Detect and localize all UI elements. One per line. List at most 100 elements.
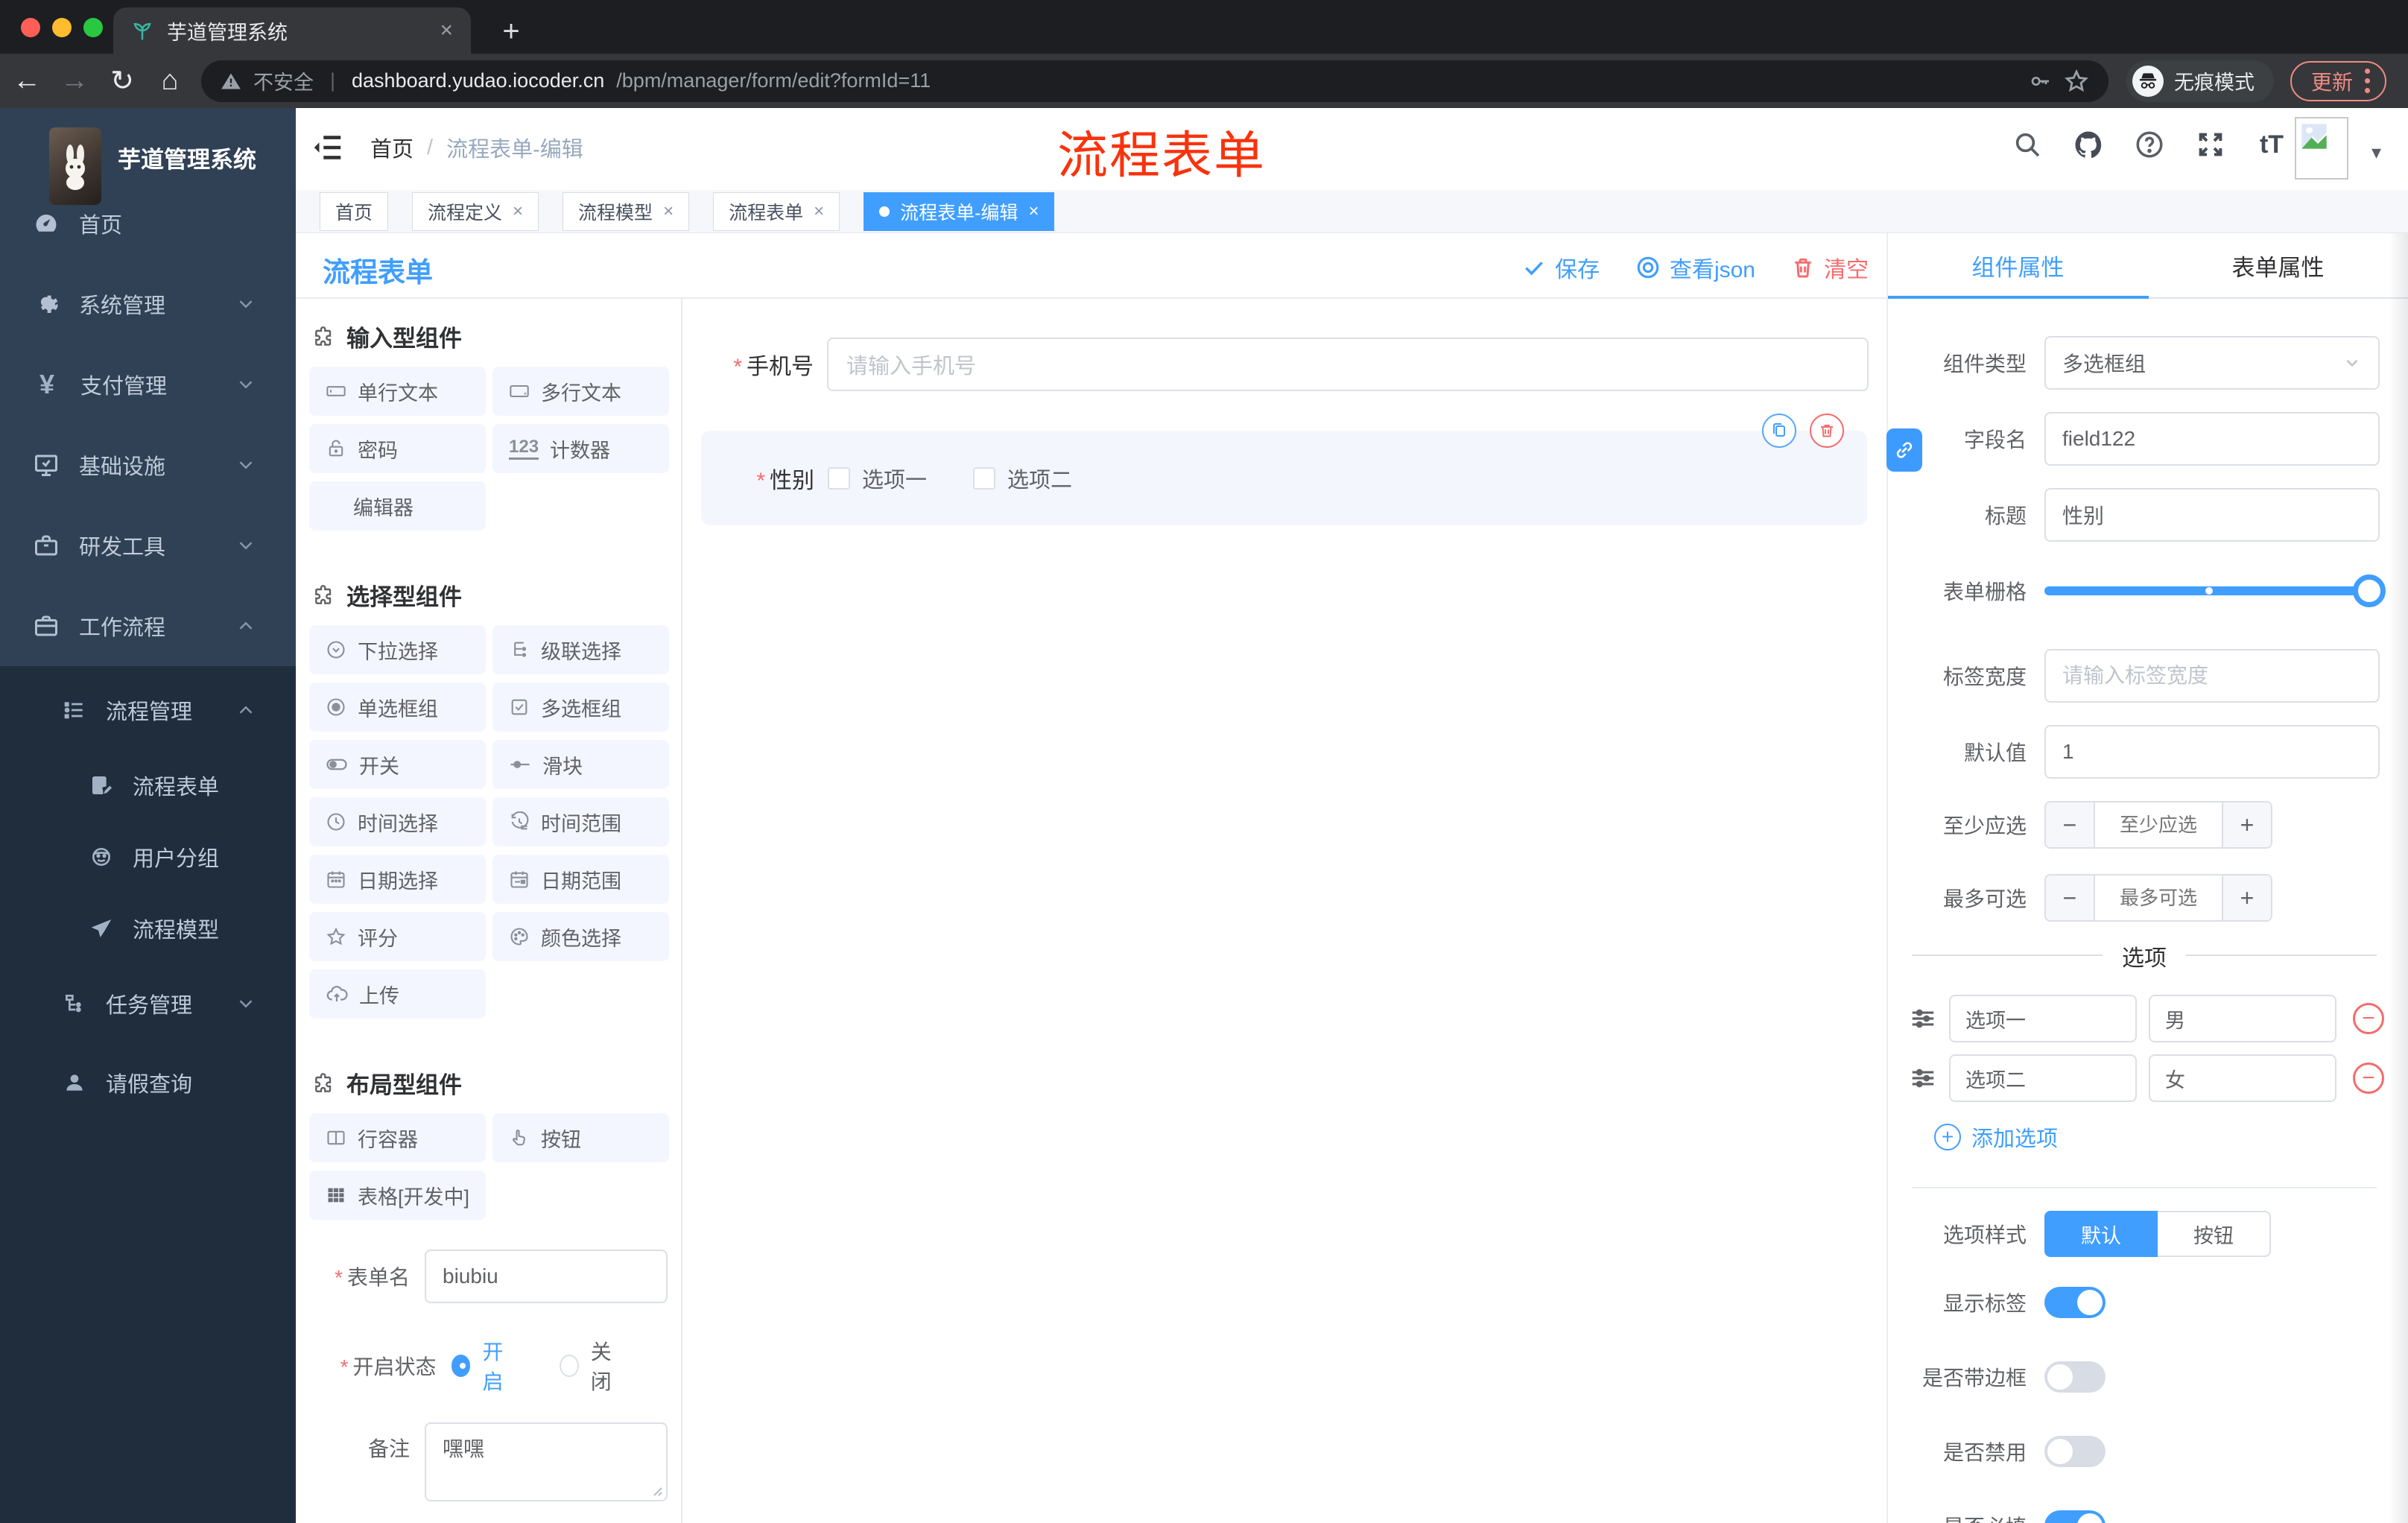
sidebar-item-devtools[interactable]: 研发工具: [0, 505, 296, 586]
option-label-input[interactable]: [1949, 995, 2137, 1042]
drag-handle-icon[interactable]: [1909, 1004, 1937, 1033]
browser-tab[interactable]: 芋道管理系统 ×: [113, 7, 471, 54]
sidebar-item-user-group[interactable]: 用户分组: [0, 821, 296, 893]
maximize-window-button[interactable]: [83, 18, 103, 37]
tab-close-icon[interactable]: ×: [440, 18, 453, 43]
component-textarea[interactable]: 多行文本: [492, 367, 669, 416]
browser-update-button[interactable]: 更新: [2290, 60, 2387, 101]
component-counter[interactable]: 123 计数器: [492, 424, 669, 473]
key-icon[interactable]: [2028, 69, 2052, 93]
browser-home-button[interactable]: ⌂: [149, 60, 191, 102]
component-slider[interactable]: 滑块: [492, 740, 669, 789]
max-select-input[interactable]: [2094, 876, 2223, 920]
gender-option-1[interactable]: 选项一: [828, 463, 927, 494]
status-radio-on[interactable]: 开启: [451, 1336, 518, 1396]
slider-handle[interactable]: [2353, 574, 2386, 607]
sidebar-item-process-model[interactable]: 流程模型: [0, 893, 296, 964]
component-time-picker[interactable]: 时间选择: [309, 797, 486, 846]
remove-option-button[interactable]: −: [2353, 1063, 2384, 1094]
resize-handle-icon[interactable]: [650, 1484, 663, 1497]
component-date-picker[interactable]: 日期选择: [309, 855, 486, 904]
component-select[interactable]: 下拉选择: [309, 625, 486, 674]
label-width-input[interactable]: [2044, 649, 2380, 703]
phone-input[interactable]: 请输入手机号: [827, 338, 1869, 391]
delete-component-button[interactable]: [1810, 414, 1844, 448]
window-controls[interactable]: [21, 18, 103, 37]
canvas-field-gender-selected[interactable]: * 性别 选项一 选项二: [701, 414, 1867, 525]
tag-process-model[interactable]: 流程模型 ×: [563, 191, 690, 231]
style-default-button[interactable]: 默认: [2044, 1211, 2158, 1257]
sidebar-item-system[interactable]: 系统管理: [0, 264, 296, 344]
show-label-toggle[interactable]: [2044, 1287, 2106, 1318]
new-tab-button[interactable]: +: [492, 12, 530, 51]
duplicate-component-button[interactable]: [1762, 414, 1796, 448]
checkbox-unchecked-icon[interactable]: [828, 466, 850, 490]
component-rate[interactable]: 评分: [309, 912, 486, 961]
component-radio-group[interactable]: 单选框组: [309, 683, 486, 732]
canvas-field-phone[interactable]: * 手机号 请输入手机号: [682, 338, 1869, 391]
tag-close-icon[interactable]: ×: [513, 201, 523, 222]
tag-home[interactable]: 首页: [320, 191, 389, 231]
style-button-button[interactable]: 按钮: [2158, 1211, 2271, 1257]
search-icon[interactable]: [2010, 127, 2044, 162]
avatar[interactable]: [2295, 117, 2348, 180]
form-name-input[interactable]: [425, 1250, 668, 1303]
sidebar-item-task-mgmt[interactable]: 任务管理: [0, 964, 296, 1043]
component-editor[interactable]: 编辑器: [309, 481, 486, 531]
option-value-input[interactable]: [2149, 1054, 2336, 1102]
stepper-increase-button[interactable]: +: [2223, 802, 2271, 847]
component-date-range[interactable]: 日期范围: [492, 855, 669, 904]
required-toggle[interactable]: [2044, 1510, 2106, 1523]
tab-form-props[interactable]: 表单属性: [2148, 233, 2408, 297]
option-label-input[interactable]: [1949, 1054, 2137, 1102]
component-color-picker[interactable]: 颜色选择: [492, 912, 669, 961]
sidebar-item-workflow[interactable]: 工作流程: [0, 586, 296, 666]
browser-forward-button[interactable]: →: [54, 60, 95, 102]
title-input[interactable]: [2044, 488, 2380, 542]
form-grid-slider[interactable]: [2044, 564, 2386, 618]
stepper-decrease-button[interactable]: −: [2046, 802, 2094, 847]
gender-option-2[interactable]: 选项二: [973, 463, 1072, 494]
form-canvas[interactable]: * 手机号 请输入手机号 * 性别 选项一 选项二: [682, 299, 1886, 1523]
stepper-increase-button[interactable]: +: [2223, 876, 2271, 920]
tag-process-form-edit[interactable]: 流程表单-编辑 ×: [864, 191, 1055, 231]
browser-reload-button[interactable]: ↻: [101, 60, 143, 102]
address-bar[interactable]: 不安全 | dashboard.yudao.iocoder.cn/bpm/man…: [201, 60, 2108, 102]
minimize-window-button[interactable]: [52, 18, 72, 37]
default-value-input[interactable]: [2044, 725, 2380, 779]
view-json-button[interactable]: 查看json: [1635, 251, 1755, 284]
component-single-line-text[interactable]: 单行文本: [309, 367, 486, 416]
sidebar-item-process-form[interactable]: 流程表单: [0, 750, 296, 821]
avatar-caret-icon[interactable]: ▾: [2371, 141, 2381, 164]
form-remark-textarea[interactable]: 嘿嘿: [425, 1422, 668, 1501]
component-cascader[interactable]: 级联选择: [492, 625, 669, 674]
github-icon[interactable]: [2071, 127, 2106, 162]
close-window-button[interactable]: [21, 18, 40, 37]
checkbox-unchecked-icon[interactable]: [973, 466, 996, 490]
component-checkbox-group[interactable]: 多选框组: [492, 683, 669, 732]
sidebar-collapse-icon[interactable]: [311, 130, 346, 166]
tag-process-form[interactable]: 流程表单 ×: [713, 191, 840, 231]
tag-close-icon[interactable]: ×: [1028, 201, 1039, 222]
status-radio-off[interactable]: 关闭: [559, 1336, 626, 1396]
font-size-icon[interactable]: tT: [2255, 127, 2289, 162]
with-border-toggle[interactable]: [2044, 1361, 2106, 1393]
component-table-dev[interactable]: 表格[开发中]: [309, 1171, 486, 1220]
sidebar-item-infra[interactable]: 基础设施: [0, 425, 296, 505]
component-row-container[interactable]: 行容器: [309, 1113, 486, 1162]
fullscreen-icon[interactable]: [2193, 127, 2228, 162]
component-time-range[interactable]: 时间范围: [492, 797, 669, 846]
help-icon[interactable]: [2132, 127, 2167, 162]
tab-component-props[interactable]: 组件属性: [1888, 233, 2148, 297]
sidebar-item-process-mgmt[interactable]: 流程管理: [0, 671, 296, 750]
sidebar-item-leave-query[interactable]: 请假查询: [0, 1043, 296, 1122]
component-button[interactable]: 按钮: [492, 1113, 669, 1162]
component-switch[interactable]: 开关: [309, 740, 486, 789]
clear-button[interactable]: 清空: [1791, 251, 1869, 284]
browser-menu-icon[interactable]: [2365, 69, 2371, 93]
tag-close-icon[interactable]: ×: [663, 201, 674, 222]
field-name-input[interactable]: [2044, 412, 2380, 466]
drag-handle-icon[interactable]: [1909, 1064, 1937, 1092]
min-select-input[interactable]: [2094, 802, 2223, 847]
sidebar-item-home[interactable]: 首页: [0, 183, 296, 264]
